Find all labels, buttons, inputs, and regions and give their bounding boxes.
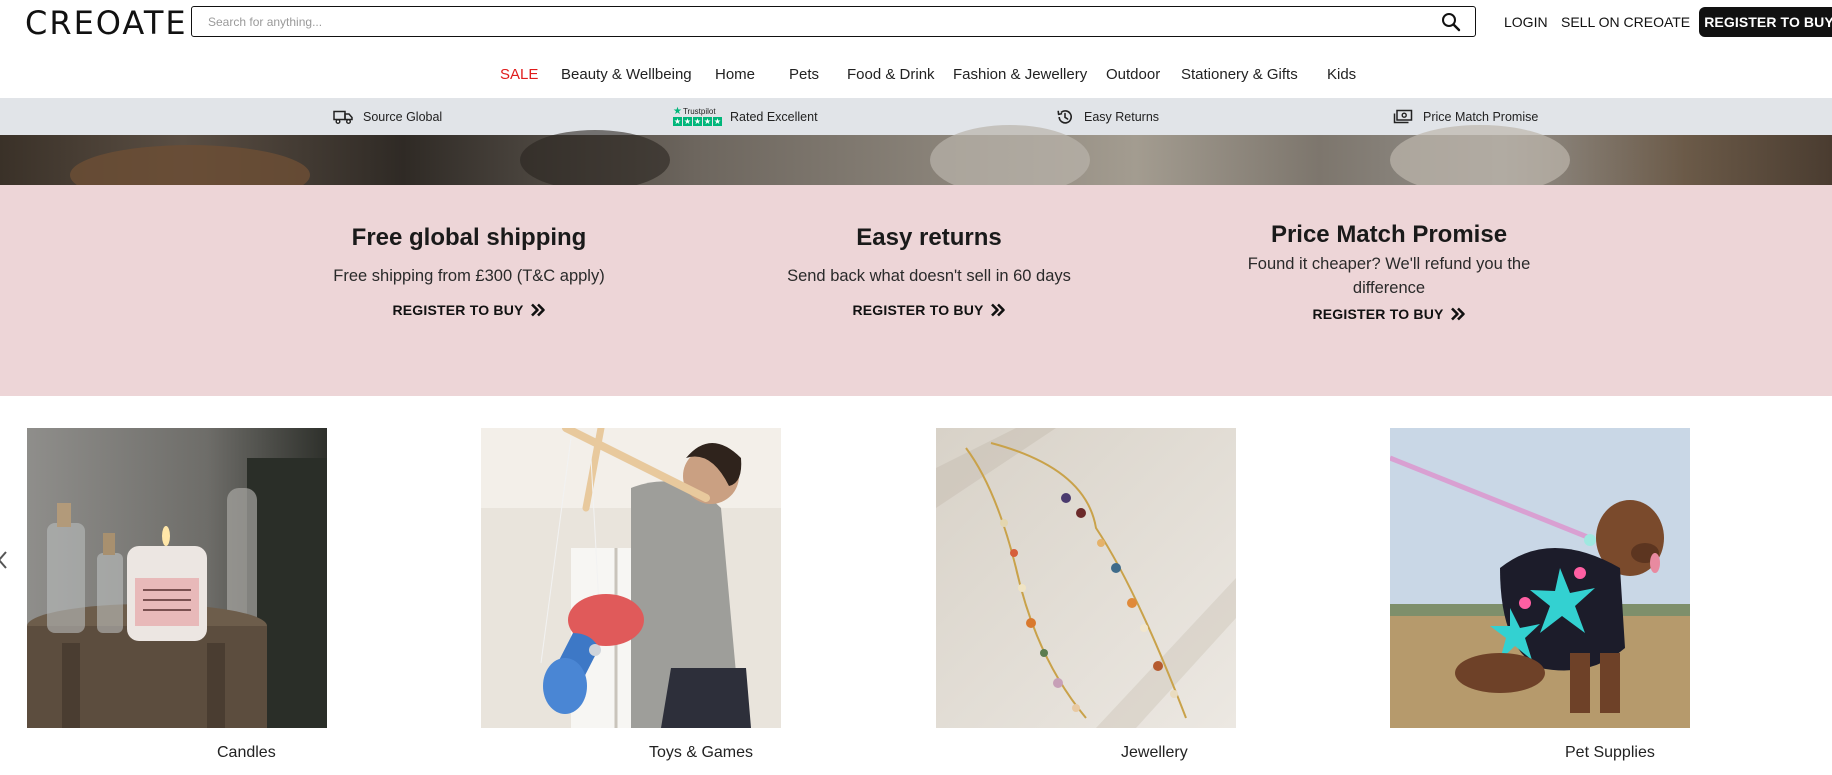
usp-easy-returns: Easy Returns: [1056, 98, 1159, 135]
nav-item-food-drink[interactable]: Food & Drink: [847, 66, 935, 83]
promo-text: Found it cheaper? We'll refund you the d…: [1247, 255, 1531, 297]
category-nav: SALE Beauty & Wellbeing Home Pets Food &…: [0, 62, 1832, 90]
usp-label: Rated Excellent: [730, 109, 818, 124]
diabolo-photo[interactable]: [481, 428, 781, 728]
double-chevron-right-icon: [990, 303, 1005, 317]
usp-trustpilot[interactable]: ★ Trustpilot ★ ★ ★ ★ ★ Rated Excellent: [673, 98, 818, 135]
search-bar[interactable]: Search for anything...: [191, 6, 1476, 37]
category-card-candles[interactable]: Candles: [27, 428, 327, 761]
nav-item-stationery-gifts[interactable]: Stationery & Gifts: [1181, 66, 1298, 83]
dog-photo[interactable]: [1390, 428, 1690, 728]
usp-label: Source Global: [363, 109, 443, 124]
necklace-photo[interactable]: [936, 428, 1236, 728]
cta-label: REGISTER TO BUY: [1312, 306, 1444, 322]
nav-item-kids[interactable]: Kids: [1327, 66, 1356, 83]
category-label[interactable]: Toys & Games: [649, 744, 753, 762]
promo-text: Send back what doesn't sell in 60 days: [787, 267, 1071, 285]
login-link[interactable]: LOGIN: [1504, 14, 1548, 30]
nav-item-home[interactable]: Home: [715, 66, 755, 83]
cta-label: REGISTER TO BUY: [392, 302, 524, 318]
register-to-buy-link[interactable]: REGISTER TO BUY: [392, 302, 545, 318]
candle-photo[interactable]: [27, 428, 327, 728]
sell-on-creoate-link[interactable]: SELL ON CREOATE: [1561, 14, 1690, 30]
usp-label: Easy Returns: [1084, 109, 1160, 124]
carousel-prev-icon[interactable]: [0, 548, 10, 572]
promo-title: Free global shipping: [351, 224, 587, 251]
search-input[interactable]: Search for anything...: [208, 15, 322, 29]
promo-free-shipping: Free global shipping Free shipping from …: [304, 185, 634, 320]
trustpilot-logo: ★ Trustpilot ★ ★ ★ ★ ★: [673, 107, 722, 126]
promo-price-match: Price Match Promise Found it cheaper? We…: [1224, 185, 1554, 324]
promo-title: Easy returns: [856, 224, 1002, 251]
register-to-buy-link[interactable]: REGISTER TO BUY: [852, 302, 1005, 318]
category-card-toys-games[interactable]: Toys & Games: [481, 428, 781, 761]
money-icon: [1393, 109, 1413, 123]
promo-text: Free shipping from £300 (T&C apply): [333, 267, 605, 285]
cta-label: REGISTER TO BUY: [852, 302, 984, 318]
category-label[interactable]: Jewellery: [1121, 744, 1188, 762]
hero-banner-image: [0, 125, 1832, 205]
double-chevron-right-icon: [1450, 307, 1465, 321]
promo-band: Free global shipping Free shipping from …: [0, 185, 1832, 396]
usp-source-global: Source Global: [333, 98, 442, 135]
site-header: CREOATE Search for anything... LOGIN SEL…: [0, 0, 1832, 46]
trustpilot-star-icon: ★: [673, 106, 682, 117]
promo-title: Price Match Promise: [1270, 221, 1508, 248]
double-chevron-right-icon: [530, 303, 545, 317]
category-card-pet-supplies[interactable]: Pet Supplies: [1390, 428, 1690, 761]
search-icon[interactable]: [1441, 12, 1461, 32]
category-label[interactable]: Pet Supplies: [1565, 744, 1655, 762]
nav-item-fashion-jewellery[interactable]: Fashion & Jewellery: [953, 66, 1087, 83]
trustpilot-label: Trustpilot: [682, 107, 716, 116]
nav-item-pets[interactable]: Pets: [789, 66, 819, 83]
category-card-jewellery[interactable]: Jewellery: [936, 428, 1236, 761]
usp-label: Price Match Promise: [1423, 109, 1539, 124]
usp-bar: Source Global ★ Trustpilot ★ ★ ★ ★ ★ Rated Ex…: [0, 98, 1832, 135]
nav-item-sale[interactable]: SALE: [500, 66, 538, 83]
trustpilot-stars: ★ ★ ★ ★ ★: [673, 117, 722, 126]
category-label[interactable]: Candles: [217, 744, 276, 762]
promo-easy-returns: Easy returns Send back what doesn't sell…: [764, 185, 1094, 320]
register-to-buy-link[interactable]: REGISTER TO BUY: [1312, 306, 1465, 322]
truck-icon: [333, 110, 353, 124]
history-icon: [1057, 109, 1072, 124]
nav-item-beauty-wellbeing[interactable]: Beauty & Wellbeing: [561, 66, 692, 83]
creoate-logo[interactable]: CREOATE: [25, 6, 188, 40]
register-to-buy-button[interactable]: REGISTER TO BUY: [1699, 7, 1832, 37]
nav-item-outdoor[interactable]: Outdoor: [1106, 66, 1160, 83]
